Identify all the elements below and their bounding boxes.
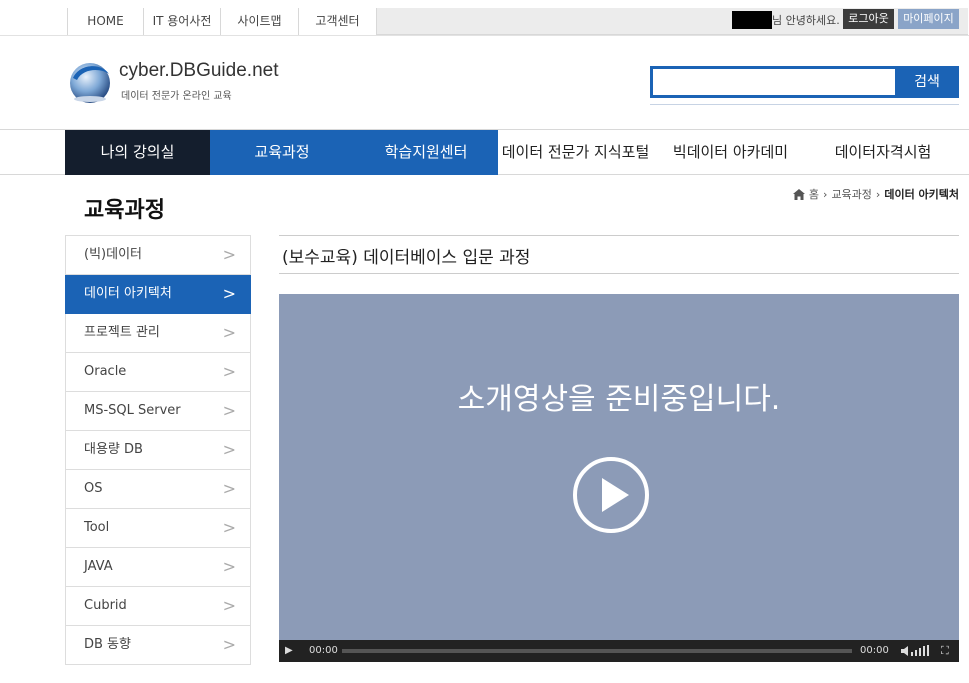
header-divider (0, 35, 969, 36)
chevron-right-icon: > (222, 479, 236, 498)
video-controls: ▶ 00:00 00:00 ⛶ (279, 640, 959, 662)
nav-data-certification[interactable]: 데이터자격시험 (808, 130, 958, 175)
mypage-button[interactable]: 마이페이지 (898, 9, 959, 29)
sidebar-item-label: (빅)데이터 (84, 247, 142, 262)
sidebar-item-label: Tool (84, 520, 110, 535)
breadcrumb-courses[interactable]: 교육과정 (831, 186, 871, 202)
sidebar-item-label: Oracle (84, 364, 127, 379)
breadcrumb: 홈 › 교육과정 › 데이터 아키텍처 (792, 186, 959, 202)
globe-logo-icon (70, 63, 110, 103)
chevron-right-icon: > (222, 401, 236, 420)
greeting-text: 님 안녕하세요. (772, 14, 840, 27)
logo-title: cyber.DBGuide.net (119, 60, 279, 81)
sidebar-item-cubrid[interactable]: Cubrid > (65, 587, 251, 626)
sidebar-item-os[interactable]: OS > (65, 470, 251, 509)
chevron-right-icon: › (875, 187, 881, 201)
chevron-right-icon: > (222, 557, 236, 576)
sidebar-item-label: 데이터 아키텍처 (84, 286, 172, 301)
top-link-customer-center[interactable]: 고객센터 (299, 8, 377, 35)
play-icon[interactable] (572, 456, 650, 534)
sidebar-item-db-trends[interactable]: DB 동향 > (65, 626, 251, 665)
chevron-right-icon: > (222, 245, 236, 264)
logo-subtitle: 데이터 전문가 온라인 교육 (121, 91, 232, 102)
course-title-divider-top (279, 235, 959, 236)
breadcrumb-home[interactable]: 홈 (809, 186, 819, 202)
chevron-right-icon: > (222, 440, 236, 459)
sidebar-item-label: Cubrid (84, 598, 127, 613)
sidebar-item-oracle[interactable]: Oracle > (65, 353, 251, 392)
chevron-right-icon: > (222, 518, 236, 537)
top-link-home[interactable]: HOME (67, 8, 144, 35)
chevron-right-icon: > (222, 362, 236, 381)
nav-bigdata-academy[interactable]: 빅데이터 아카데미 (653, 130, 808, 175)
site-logo[interactable]: cyber.DBGuide.net 데이터 전문가 온라인 교육 (67, 56, 297, 112)
chevron-right-icon: > (222, 284, 236, 303)
sidebar-item-tool[interactable]: Tool > (65, 509, 251, 548)
course-title: (보수교육) 데이터베이스 입문 과정 (282, 248, 531, 268)
top-links: HOME IT 용어사전 사이트맵 고객센터 (67, 8, 377, 35)
sidebar-item-label: 대용량 DB (84, 442, 143, 457)
logout-button[interactable]: 로그아웃 (843, 9, 894, 29)
intro-video-player[interactable]: 소개영상을 준비중입니다. ▶ 00:00 00:00 ⛶ (279, 294, 959, 662)
chevron-right-icon: > (222, 596, 236, 615)
sidebar-item-mssql[interactable]: MS-SQL Server > (65, 392, 251, 431)
sidebar-item-data-architecture[interactable]: 데이터 아키텍처 > (65, 275, 251, 314)
sidebar-item-label: 프로젝트 관리 (84, 325, 160, 340)
control-play-icon[interactable]: ▶ (285, 640, 293, 662)
sidebar-item-label: OS (84, 481, 103, 496)
user-name-redacted (732, 11, 772, 29)
total-time: 00:00 (860, 645, 889, 656)
nav-knowledge-portal[interactable]: 데이터 전문가 지식포털 (498, 130, 653, 175)
nav-courses[interactable]: 교육과정 (210, 130, 354, 175)
main-nav: 나의 강의실 교육과정 학습지원센터 데이터 전문가 지식포털 빅데이터 아카데… (0, 129, 969, 175)
sidebar-item-label: DB 동향 (84, 637, 131, 652)
nav-learning-support[interactable]: 학습지원센터 (354, 130, 498, 175)
sidebar-item-label: JAVA (84, 559, 113, 574)
progress-track[interactable] (342, 649, 852, 653)
chevron-right-icon: > (222, 323, 236, 342)
fullscreen-icon[interactable]: ⛶ (941, 640, 949, 662)
video-placeholder-message: 소개영상을 준비중입니다. (457, 382, 781, 417)
user-greeting: 님 안녕하세요. (732, 11, 840, 29)
sidebar-item-label: MS-SQL Server (84, 403, 181, 418)
top-link-sitemap[interactable]: 사이트맵 (221, 8, 299, 35)
chevron-right-icon: › (823, 187, 828, 201)
course-title-divider-bottom (279, 273, 959, 274)
page-title: 교육과정 (84, 198, 165, 223)
category-sidebar: (빅)데이터 > 데이터 아키텍처 > 프로젝트 관리 > Oracle > MS-SQ… (65, 235, 251, 665)
current-time: 00:00 (309, 645, 338, 656)
nav-my-classroom[interactable]: 나의 강의실 (65, 130, 210, 175)
sidebar-item-java[interactable]: JAVA > (65, 548, 251, 587)
home-icon (792, 188, 805, 200)
sidebar-item-project-management[interactable]: 프로젝트 관리 > (65, 314, 251, 353)
search-underline (650, 104, 959, 105)
sidebar-item-large-db[interactable]: 대용량 DB > (65, 431, 251, 470)
sidebar-item-bigdata[interactable]: (빅)데이터 > (65, 236, 251, 275)
search-button[interactable]: 검색 (895, 66, 959, 98)
search-input[interactable] (650, 66, 895, 98)
top-link-it-dictionary[interactable]: IT 용어사전 (144, 8, 221, 35)
chevron-right-icon: > (222, 635, 236, 654)
breadcrumb-current: 데이터 아키텍처 (884, 188, 959, 201)
top-utility-bar: HOME IT 용어사전 사이트맵 고객센터 님 안녕하세요. 로그아웃 마이페… (0, 0, 969, 36)
volume-icon[interactable] (901, 645, 933, 657)
